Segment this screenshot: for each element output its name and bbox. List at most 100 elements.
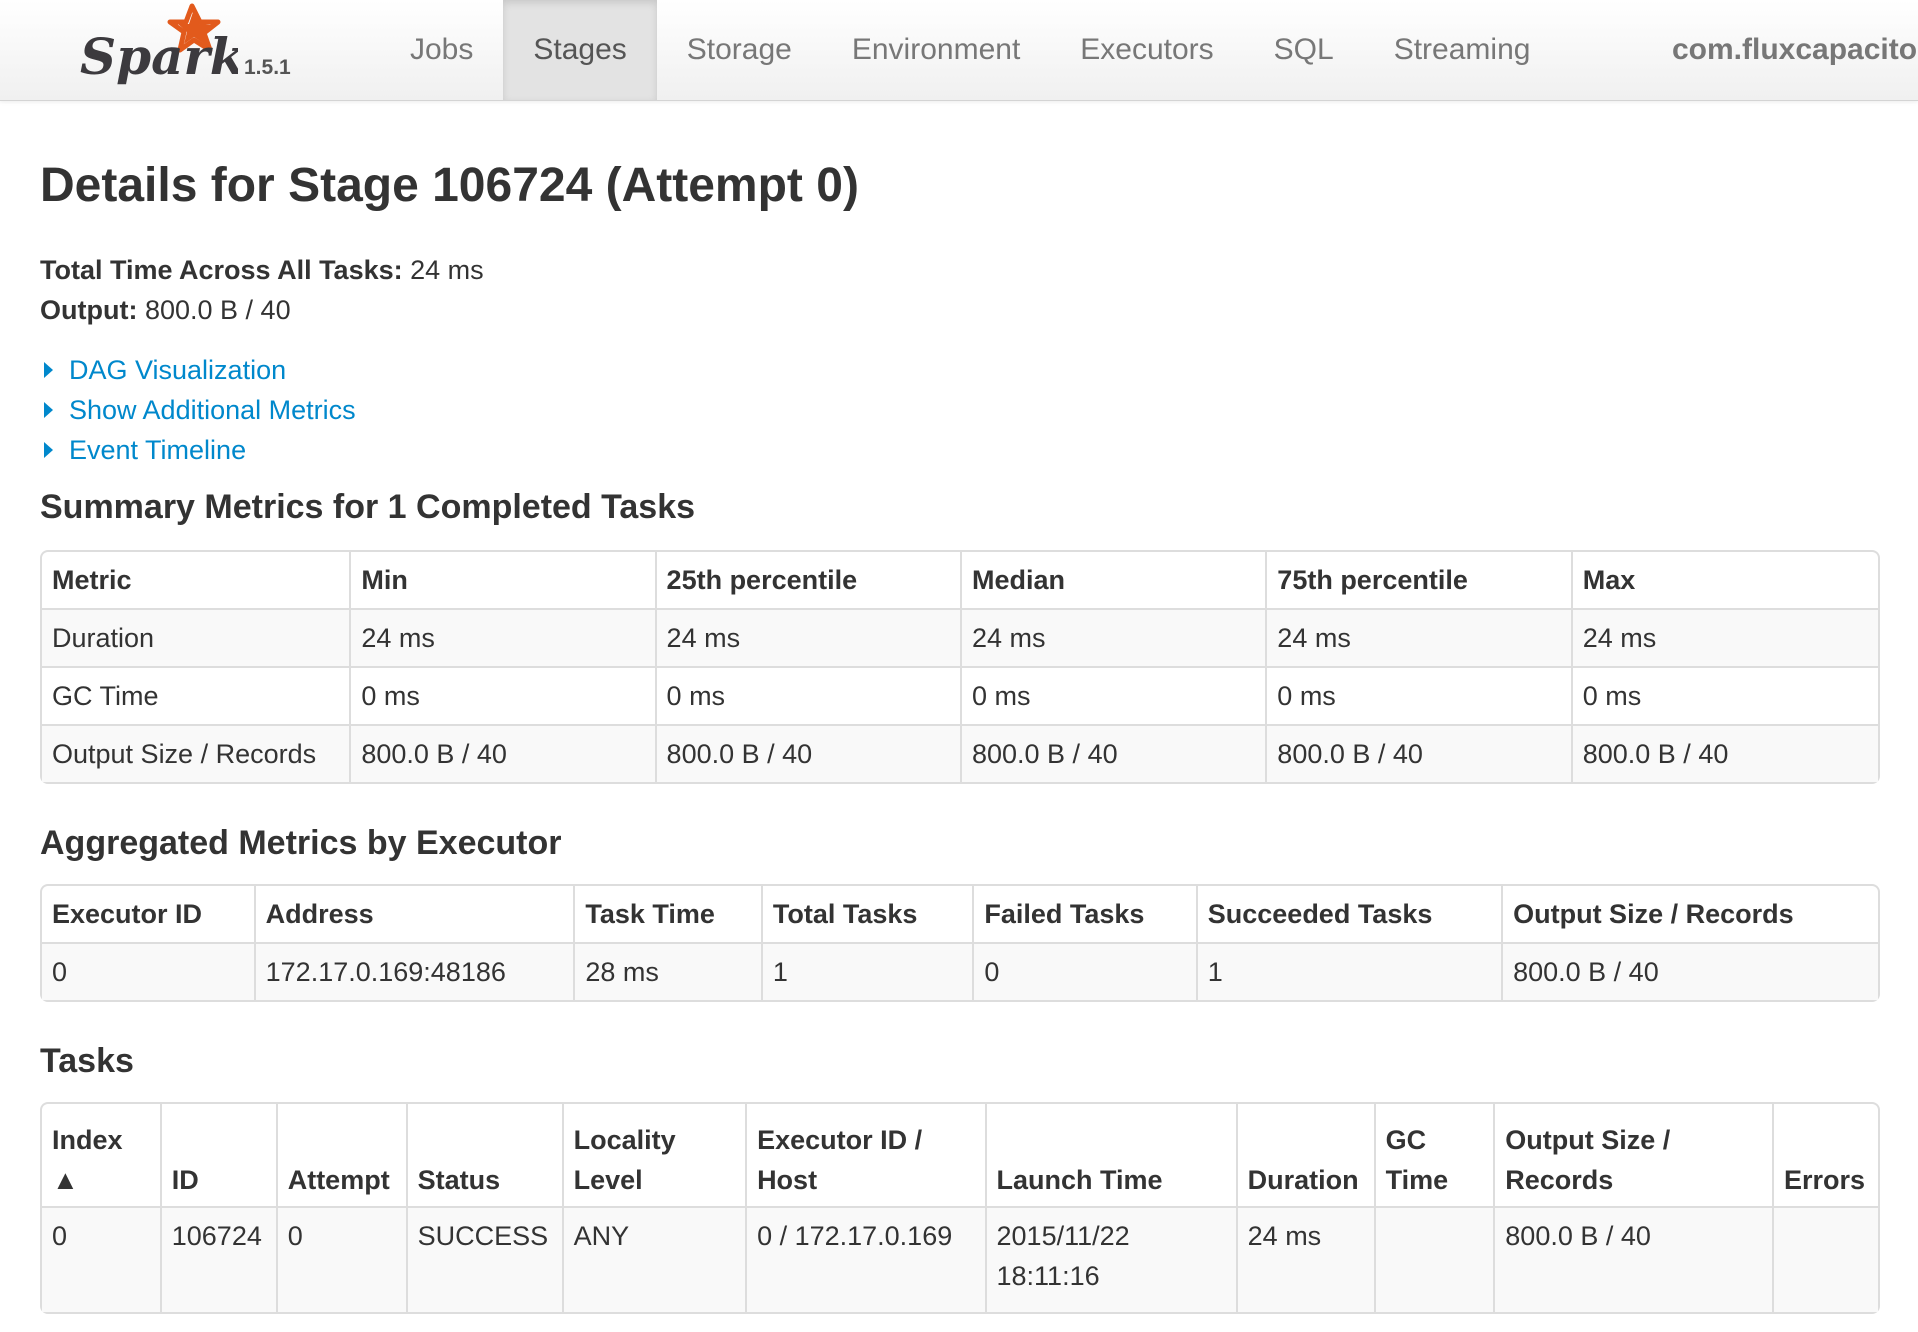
stage-summary: Total Time Across All Tasks: 24 ms Outpu…: [40, 250, 484, 330]
tab-sql[interactable]: SQL: [1244, 0, 1364, 100]
tab-environment[interactable]: Environment: [822, 0, 1050, 100]
table-cell: 24 ms: [1235, 1206, 1374, 1312]
header-line: GC: [1385, 1125, 1427, 1155]
executor-metrics-table: Executor ID Address Task Time Total Task…: [40, 884, 1880, 1002]
summary-metrics-table: Metric Min 25th percentile Median 75th p…: [40, 550, 1880, 784]
column-header[interactable]: Max: [1570, 552, 1878, 608]
tab-stages[interactable]: Stages: [503, 0, 657, 100]
output-label: Output:: [40, 295, 138, 325]
table-cell: SUCCESS: [405, 1206, 562, 1312]
column-header[interactable]: Failed Tasks: [972, 886, 1195, 942]
table-cell: 0 / 172.17.0.169: [745, 1206, 985, 1312]
table-cell: 106724: [159, 1206, 276, 1312]
header-line: Locality: [573, 1125, 676, 1155]
table-cell: 24 ms: [1265, 608, 1571, 666]
column-header[interactable]: Executor ID: [42, 886, 254, 942]
table-cell: 0: [42, 942, 254, 1000]
table-cell: ANY: [561, 1206, 746, 1312]
tab-jobs[interactable]: Jobs: [380, 0, 503, 100]
spark-star-icon: Spark: [80, 3, 238, 86]
tab-executors[interactable]: Executors: [1050, 0, 1243, 100]
header-line: Output Size /: [1505, 1125, 1671, 1155]
column-header-duration[interactable]: Duration: [1235, 1104, 1374, 1206]
table-cell: 24 ms: [959, 608, 1266, 666]
table-cell: 0 ms: [1265, 666, 1571, 724]
table-cell: [1771, 1206, 1878, 1312]
show-additional-metrics-link[interactable]: Show Additional Metrics: [40, 390, 356, 430]
spark-wordmark: Spark: [80, 27, 238, 86]
table-cell: 800.0 B / 40: [654, 724, 960, 782]
table-cell: 800.0 B / 40: [1501, 942, 1878, 1000]
tab-streaming[interactable]: Streaming: [1364, 0, 1561, 100]
expandable-links: DAG Visualization Show Additional Metric…: [40, 350, 356, 470]
table-cell: 0 ms: [654, 666, 960, 724]
column-header-id[interactable]: ID: [159, 1104, 276, 1206]
column-header[interactable]: 75th percentile: [1265, 552, 1570, 608]
column-header[interactable]: Metric: [42, 552, 349, 608]
output-line: Output: 800.0 B / 40: [40, 290, 484, 330]
header-line: ID: [171, 1165, 199, 1195]
tab-storage[interactable]: Storage: [657, 0, 822, 100]
total-time-value: 24 ms: [410, 255, 484, 285]
column-header-gc-time[interactable]: GC Time: [1373, 1104, 1494, 1206]
column-header-launch-time[interactable]: Launch Time: [984, 1104, 1236, 1206]
sort-ascending-icon[interactable]: ▲: [52, 1160, 150, 1200]
column-header[interactable]: Task Time: [573, 886, 761, 942]
total-time-line: Total Time Across All Tasks: 24 ms: [40, 250, 484, 290]
column-header-index[interactable]: Index ▲: [42, 1104, 160, 1206]
table-cell: 24 ms: [654, 608, 960, 666]
expand-arrow-icon: [44, 402, 53, 418]
expand-arrow-icon: [44, 362, 53, 378]
top-navbar: Spark 1.5.1 Jobs Stages Storage Environm…: [0, 0, 1918, 101]
header-line: Duration: [1247, 1165, 1359, 1195]
event-timeline-link[interactable]: Event Timeline: [40, 430, 356, 470]
header-line: Records: [1505, 1165, 1614, 1195]
expand-arrow-icon: [44, 442, 53, 458]
header-line: Executor ID /: [757, 1125, 923, 1155]
table-row: GC Time 0 ms 0 ms 0 ms 0 ms 0 ms: [42, 666, 1878, 724]
table-cell: 172.17.0.169:48186: [253, 942, 574, 1000]
table-cell: Output Size / Records: [42, 724, 350, 782]
table-header-row: Index ▲ ID Attempt Status Locality Level E…: [42, 1104, 1878, 1206]
column-header-errors[interactable]: Errors: [1771, 1104, 1878, 1206]
column-header-output[interactable]: Output Size / Records: [1493, 1104, 1772, 1206]
header-line: Errors: [1783, 1165, 1865, 1195]
header-line: Attempt: [287, 1165, 390, 1195]
column-header[interactable]: Total Tasks: [760, 886, 972, 942]
spark-logo[interactable]: Spark 1.5.1: [78, 0, 318, 100]
header-line: Index: [52, 1125, 123, 1155]
tasks-table: Index ▲ ID Attempt Status Locality Level E…: [40, 1102, 1880, 1314]
summary-metrics-heading: Summary Metrics for 1 Completed Tasks: [40, 488, 696, 526]
column-header-locality[interactable]: Locality Level: [561, 1104, 745, 1206]
launch-time-cell: 2015/11/22 18:11:16: [984, 1206, 1236, 1312]
column-header[interactable]: Min: [349, 552, 654, 608]
column-header-attempt[interactable]: Attempt: [275, 1104, 406, 1206]
column-header[interactable]: Address: [253, 886, 574, 942]
total-time-label: Total Time Across All Tasks:: [40, 255, 403, 285]
table-cell: 28 ms: [573, 942, 761, 1000]
table-cell: 800.0 B / 40: [959, 724, 1266, 782]
tasks-heading: Tasks: [40, 1042, 134, 1080]
table-cell: 0 ms: [1570, 666, 1878, 724]
dag-visualization-link[interactable]: DAG Visualization: [40, 350, 356, 390]
table-cell: 0: [972, 942, 1196, 1000]
column-header-executor-host[interactable]: Executor ID / Host: [745, 1104, 984, 1206]
column-header[interactable]: Output Size / Records: [1501, 886, 1878, 942]
launch-date: 2015/11/22: [996, 1221, 1130, 1251]
column-header[interactable]: Median: [959, 552, 1265, 608]
table-row: 0 106724 0 SUCCESS ANY 0 / 172.17.0.169 …: [42, 1206, 1878, 1312]
table-cell: 800.0 B / 40: [1570, 724, 1878, 782]
dag-visualization-label[interactable]: DAG Visualization: [69, 350, 286, 390]
column-header[interactable]: Succeeded Tasks: [1195, 886, 1501, 942]
show-additional-metrics-label[interactable]: Show Additional Metrics: [69, 390, 356, 430]
column-header-status[interactable]: Status: [405, 1104, 562, 1206]
application-name: com.fluxcapacito: [1672, 33, 1918, 66]
event-timeline-label[interactable]: Event Timeline: [69, 430, 246, 470]
column-header[interactable]: 25th percentile: [654, 552, 960, 608]
header-line: Time: [1385, 1165, 1449, 1195]
table-cell: 800.0 B / 40: [349, 724, 655, 782]
table-cell: 800.0 B / 40: [1493, 1206, 1772, 1312]
table-row: Duration 24 ms 24 ms 24 ms 24 ms 24 ms: [42, 608, 1878, 666]
table-cell: 24 ms: [349, 608, 655, 666]
table-cell: [1373, 1206, 1494, 1312]
